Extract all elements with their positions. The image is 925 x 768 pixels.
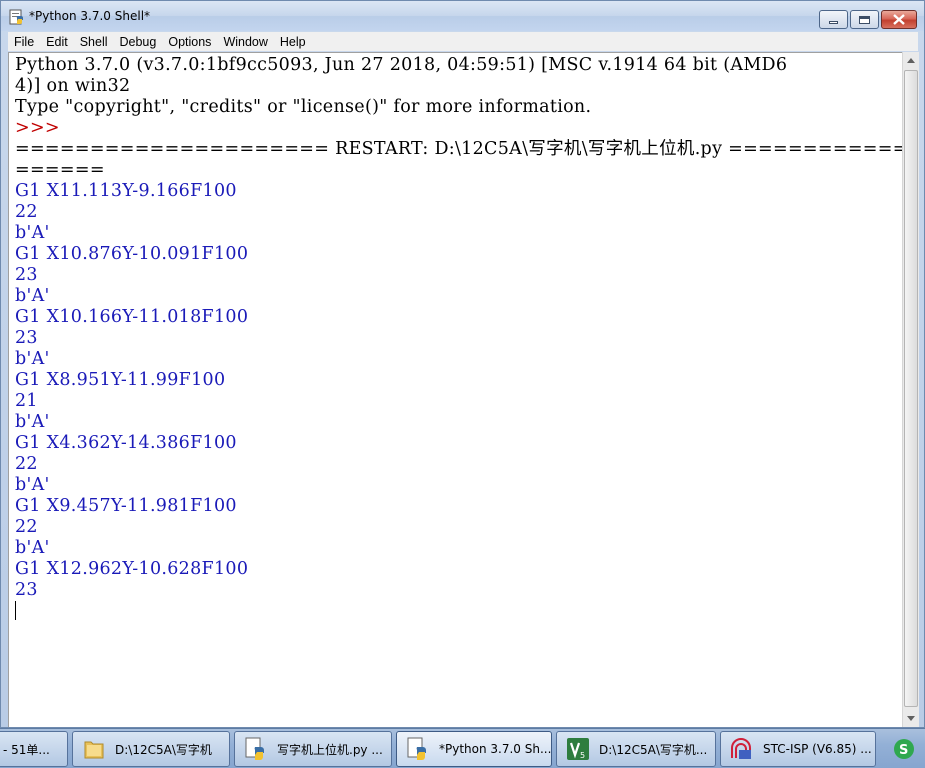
console-line: 23 <box>15 265 38 285</box>
console-line: >>> <box>15 118 66 138</box>
console-line: b'A' <box>15 223 50 243</box>
menu-edit[interactable]: Edit <box>40 35 74 49</box>
input-line[interactable] <box>15 601 902 622</box>
console-line: G1 X10.166Y-11.018F100 <box>15 307 249 327</box>
vertical-scrollbar[interactable] <box>902 52 919 727</box>
scroll-up-button[interactable] <box>903 52 919 69</box>
console-line: 4)] on win32 <box>15 76 131 96</box>
taskbar-item-label: - 51单... <box>3 742 50 757</box>
minimize-button[interactable] <box>819 10 848 29</box>
console-line: b'A' <box>15 286 50 306</box>
taskbar: - 51单... D:\12C5A\写字机 写字机上位机.py ... *Pyt… <box>0 728 925 768</box>
console-line: 22 <box>15 517 38 537</box>
console-line: G1 X8.951Y-11.99F100 <box>15 370 226 390</box>
taskbar-item-label: D:\12C5A\写字机 <box>115 742 212 757</box>
taskbar-item-label: 写字机上位机.py ... <box>277 742 383 757</box>
console-line: 21 <box>15 391 38 411</box>
menu-file[interactable]: File <box>8 35 40 49</box>
console-line: G1 X10.876Y-10.091F100 <box>15 244 249 264</box>
scroll-down-button[interactable] <box>903 710 919 727</box>
python-shell-icon <box>407 737 426 760</box>
scrollbar-thumb[interactable] <box>904 70 918 707</box>
console-line: b'A' <box>15 349 50 369</box>
taskbar-item-label: D:\12C5A\写字机... <box>599 742 708 757</box>
taskbar-item-vs[interactable]: 5 D:\12C5A\写字机... <box>556 731 716 767</box>
console-line: 22 <box>15 202 38 222</box>
close-icon <box>893 14 905 25</box>
taskbar-item-editor[interactable]: 写字机上位机.py ... <box>234 731 392 767</box>
minimize-icon <box>829 21 838 24</box>
menu-help[interactable]: Help <box>274 35 312 49</box>
vs-icon: 5 <box>567 738 589 760</box>
console-line: G1 X4.362Y-14.386F100 <box>15 433 237 453</box>
console-line: b'A' <box>15 412 50 432</box>
maximize-icon <box>859 15 870 24</box>
menu-options[interactable]: Options <box>162 35 217 49</box>
sogou-ime-icon[interactable]: S <box>893 738 915 760</box>
python-editor-icon <box>245 737 264 760</box>
console-line: Type "copyright", "credits" or "license(… <box>15 97 592 117</box>
console-line: 23 <box>15 328 38 348</box>
menu-bar: File Edit Shell Debug Options Window Hel… <box>8 32 918 51</box>
menu-shell[interactable]: Shell <box>74 35 114 49</box>
python-shell-window: *Python 3.7.0 Shell* File Edit Shell Deb… <box>0 0 925 728</box>
taskbar-item-label: STC-ISP (V6.85) ... <box>763 742 872 756</box>
taskbar-item-python-shell[interactable]: *Python 3.7.0 Sh... <box>396 731 552 767</box>
taskbar-item-stc-isp[interactable]: STC-ISP (V6.85) ... <box>720 731 876 767</box>
console-line: G1 X9.457Y-11.981F100 <box>15 496 237 516</box>
maximize-button[interactable] <box>850 10 879 29</box>
arrow-up-icon <box>907 58 915 63</box>
window-title: *Python 3.7.0 Shell* <box>29 9 151 23</box>
text-cursor <box>15 601 16 620</box>
console-line: G1 X11.113Y-9.166F100 <box>15 181 237 201</box>
shell-text-area[interactable]: Python 3.7.0 (v3.7.0:1bf9cc5093, Jun 27 … <box>8 52 902 727</box>
arrow-down-icon <box>907 716 915 721</box>
svg-text:5: 5 <box>580 751 585 760</box>
console-line: b'A' <box>15 475 50 495</box>
console-line: 23 <box>15 580 38 600</box>
console-line: G1 X12.962Y-10.628F100 <box>15 559 249 579</box>
console-line: ====== <box>15 160 105 180</box>
menu-debug[interactable]: Debug <box>114 35 163 49</box>
console-line: b'A' <box>15 538 50 558</box>
title-bar[interactable]: *Python 3.7.0 Shell* <box>1 1 924 31</box>
python-shell-icon <box>9 9 23 25</box>
stc-isp-icon <box>731 738 751 759</box>
svg-text:S: S <box>899 743 908 758</box>
taskbar-item-51[interactable]: - 51单... <box>0 731 68 767</box>
taskbar-item-label: *Python 3.7.0 Sh... <box>439 742 551 756</box>
console-output: Python 3.7.0 (v3.7.0:1bf9cc5093, Jun 27 … <box>15 55 902 622</box>
system-tray: S <box>882 731 925 767</box>
close-button[interactable] <box>881 10 917 29</box>
console-line: ===================== RESTART: D:\12C5A\… <box>15 139 902 159</box>
taskbar-item-folder[interactable]: D:\12C5A\写字机 <box>72 731 230 767</box>
menu-window[interactable]: Window <box>217 35 273 49</box>
folder-icon <box>84 741 104 759</box>
console-line: Python 3.7.0 (v3.7.0:1bf9cc5093, Jun 27 … <box>15 55 788 75</box>
console-line: 22 <box>15 454 38 474</box>
